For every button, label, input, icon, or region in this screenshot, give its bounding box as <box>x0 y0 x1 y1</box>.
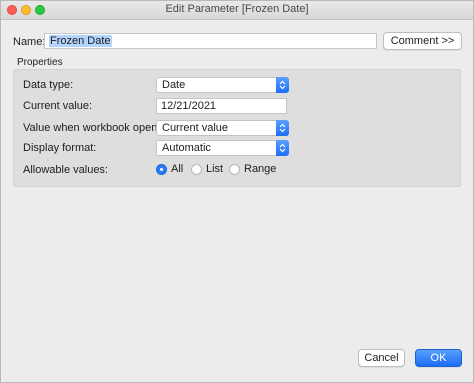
name-field-value: Frozen Date <box>49 35 112 47</box>
radio-all-label: All <box>171 163 184 175</box>
display-format-label: Display format: <box>23 142 97 154</box>
window-title: Edit Parameter [Frozen Date] <box>165 3 309 15</box>
radio-range-label: Range <box>244 163 277 175</box>
comment-button[interactable]: Comment >> <box>383 32 462 50</box>
workbook-opens-select[interactable]: Current value <box>156 120 289 136</box>
workbook-opens-value: Current value <box>162 122 229 134</box>
display-format-value: Automatic <box>162 142 211 154</box>
radio-unselected-icon <box>191 163 202 175</box>
title-bar: Edit Parameter [Frozen Date] <box>1 1 473 20</box>
radio-all[interactable]: All <box>156 163 183 175</box>
allowable-values-label: Allowable values: <box>23 164 108 176</box>
properties-section-label: Properties <box>17 57 63 68</box>
name-field[interactable]: Frozen Date <box>44 33 377 49</box>
radio-unselected-icon <box>229 163 240 175</box>
cancel-button[interactable]: Cancel <box>358 349 405 367</box>
radio-list-label: List <box>206 163 224 175</box>
up-down-chevron-icon <box>276 77 289 93</box>
workbook-opens-label: Value when workbook opens: <box>23 122 166 134</box>
data-type-select[interactable]: Date <box>156 77 289 93</box>
radio-list[interactable]: List <box>191 163 223 175</box>
name-label: Name: <box>13 36 46 48</box>
up-down-chevron-icon <box>276 120 289 136</box>
data-type-label: Data type: <box>23 79 74 91</box>
current-value-text: 12/21/2021 <box>161 100 217 112</box>
current-value-label: Current value: <box>23 100 93 112</box>
radio-selected-icon <box>156 163 167 175</box>
edit-parameter-dialog: Edit Parameter [Frozen Date] Name: Froze… <box>0 0 474 383</box>
ok-button[interactable]: OK <box>415 349 462 367</box>
up-down-chevron-icon <box>276 140 289 156</box>
display-format-select[interactable]: Automatic <box>156 140 289 156</box>
radio-range[interactable]: Range <box>229 163 276 175</box>
current-value-field[interactable]: 12/21/2021 <box>156 98 287 114</box>
data-type-value: Date <box>162 79 186 91</box>
